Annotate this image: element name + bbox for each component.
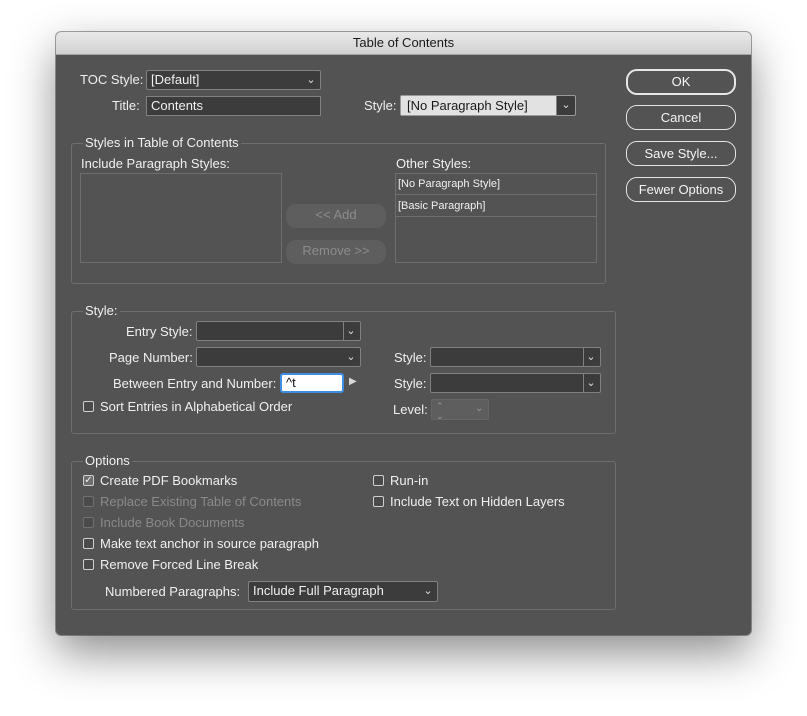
- chevron-down-icon: ⌄: [583, 348, 598, 366]
- fewer-options-button[interactable]: Fewer Options: [626, 177, 736, 202]
- chevron-down-icon: ⌄: [306, 74, 316, 86]
- ok-button[interactable]: OK: [626, 69, 736, 95]
- toc-style-label: TOC Style:: [80, 72, 144, 87]
- numbered-paragraphs-dropdown[interactable]: Include Full Paragraph ⌄: [248, 581, 438, 602]
- make-text-anchor-label: Make text anchor in source paragraph: [100, 536, 319, 551]
- entry-style-dropdown[interactable]: ⌄: [196, 321, 361, 341]
- replace-existing-label: Replace Existing Table of Contents: [100, 494, 302, 509]
- title-style-dropdown[interactable]: [No Paragraph Style] ⌄: [400, 95, 576, 116]
- entry-style-label: Entry Style:: [126, 324, 193, 339]
- cancel-button[interactable]: Cancel: [626, 105, 736, 130]
- toc-style-value: [Default]: [151, 72, 200, 87]
- sort-alphabetical-checkbox[interactable]: [83, 401, 94, 412]
- title-field[interactable]: Contents: [146, 96, 321, 116]
- chevron-down-icon: ⌄: [436, 411, 444, 420]
- replace-existing-checkbox[interactable]: [83, 496, 94, 507]
- remove-forced-line-break-checkbox[interactable]: [83, 559, 94, 570]
- chevron-down-icon: ⌄: [583, 374, 598, 392]
- include-hidden-layers-checkbox[interactable]: [373, 496, 384, 507]
- page-number-style-dropdown[interactable]: ⌄: [430, 347, 601, 367]
- numbered-paragraphs-label: Numbered Paragraphs:: [105, 584, 241, 599]
- chevron-down-icon: ⌄: [475, 403, 484, 414]
- include-book-documents-checkbox[interactable]: [83, 517, 94, 528]
- run-in-checkbox[interactable]: [373, 475, 384, 486]
- style-group-title: Style:: [83, 303, 120, 318]
- toc-dialog: Table of Contents TOC Style: [Default] ⌄…: [56, 32, 751, 635]
- chevron-down-icon: ⌄: [556, 96, 575, 115]
- include-hidden-layers-label: Include Text on Hidden Layers: [390, 494, 565, 509]
- include-styles-list[interactable]: [80, 173, 282, 263]
- styles-in-toc-title: Styles in Table of Contents: [83, 135, 241, 150]
- between-style-label: Style:: [394, 376, 427, 391]
- window-title: Table of Contents: [56, 32, 751, 55]
- add-button[interactable]: << Add: [286, 204, 386, 228]
- chevron-down-icon: ⌄: [343, 322, 358, 340]
- numbered-paragraphs-value: Include Full Paragraph: [253, 583, 384, 598]
- title-label: Title:: [112, 98, 140, 113]
- chevron-down-icon: ⌄: [423, 585, 433, 597]
- make-text-anchor-checkbox[interactable]: [83, 538, 94, 549]
- page-number-label: Page Number:: [109, 350, 193, 365]
- between-entry-number-field[interactable]: ^t: [280, 373, 344, 393]
- title-style-value: [No Paragraph Style]: [401, 96, 557, 115]
- between-style-dropdown[interactable]: ⌄: [430, 373, 601, 393]
- run-in-label: Run-in: [390, 473, 429, 488]
- level-stepper[interactable]: ⌃ ⌄ ⌄: [431, 399, 489, 420]
- create-pdf-bookmarks-label: Create PDF Bookmarks: [100, 473, 238, 488]
- title-style-label: Style:: [364, 98, 397, 113]
- include-book-documents-label: Include Book Documents: [100, 515, 245, 530]
- list-item[interactable]: [No Paragraph Style]: [396, 174, 596, 195]
- save-style-button[interactable]: Save Style...: [626, 141, 736, 166]
- create-pdf-bookmarks-checkbox[interactable]: ✓: [83, 475, 94, 486]
- toc-style-dropdown[interactable]: [Default] ⌄: [146, 70, 321, 90]
- remove-button[interactable]: Remove >>: [286, 240, 386, 264]
- level-label: Level:: [393, 402, 428, 417]
- chevron-down-icon: ⌄: [346, 351, 356, 363]
- between-entry-number-label: Between Entry and Number:: [113, 376, 277, 391]
- options-group-title: Options: [83, 453, 132, 468]
- remove-forced-line-break-label: Remove Forced Line Break: [100, 557, 259, 572]
- other-styles-list[interactable]: [No Paragraph Style] [Basic Paragraph]: [395, 173, 597, 263]
- page-number-style-label: Style:: [394, 350, 427, 365]
- sort-alphabetical-label: Sort Entries in Alphabetical Order: [100, 399, 293, 414]
- page-number-dropdown[interactable]: ⌄: [196, 347, 361, 367]
- list-item[interactable]: [Basic Paragraph]: [396, 196, 596, 217]
- include-paragraph-styles-label: Include Paragraph Styles:: [81, 156, 230, 171]
- other-styles-label: Other Styles:: [396, 156, 472, 171]
- triangle-right-icon[interactable]: ▶: [349, 376, 357, 387]
